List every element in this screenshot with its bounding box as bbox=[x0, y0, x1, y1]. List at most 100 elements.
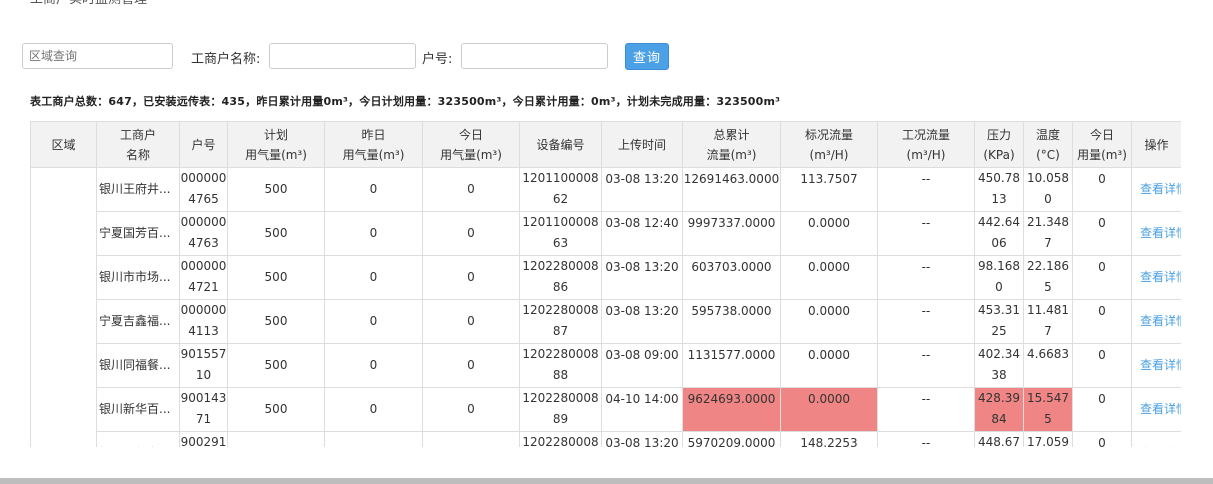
view-detail-link[interactable]: 查看详情 bbox=[1140, 402, 1181, 416]
col-header-account: 户号 bbox=[179, 121, 228, 168]
cell-today-use: 0 bbox=[1072, 431, 1132, 447]
cell-temp: 10.0580 bbox=[1023, 167, 1073, 212]
col-header-total-flow: 总累计 流量(m³) bbox=[682, 121, 781, 168]
cell-upload: 03-08 09:00 bbox=[601, 343, 683, 388]
cell-std-flow: 0.0000 bbox=[780, 211, 878, 256]
cell-device: 120110000863 bbox=[519, 211, 602, 256]
cell-pressure: 428.3984 bbox=[974, 387, 1024, 432]
col-header-action: 操作 bbox=[1131, 121, 1181, 168]
cell-action: 查看详情 bbox=[1131, 299, 1181, 344]
cell-name: 银川新华百... bbox=[96, 387, 180, 432]
table-header-row: 区域 工商户 名称 户号 计划 用气量(m³) 昨日 用气量(m³) 今日 用气量(m³) 设备编号… bbox=[30, 121, 1181, 168]
cell-device: 120228000886 bbox=[519, 255, 602, 300]
cell-pressure: 448.67 bbox=[974, 431, 1024, 447]
col-header-upload-time: 上传时间 bbox=[601, 121, 683, 168]
cell-action: 查看详情 bbox=[1131, 387, 1181, 432]
view-detail-link[interactable]: 查看详情 bbox=[1140, 446, 1181, 447]
merchant-name-input[interactable] bbox=[269, 43, 416, 69]
summary-stats: 表工商户总数：647，已安装远传表：435，昨日累计用量0m³，今日计划用量：3… bbox=[30, 95, 781, 108]
col-header-work-flow: 工况流量 (m³/H) bbox=[877, 121, 975, 168]
cell-today-use: 0 bbox=[1072, 167, 1132, 212]
cell-account: 0000004721 bbox=[179, 255, 228, 300]
view-detail-link[interactable]: 查看详情 bbox=[1140, 314, 1181, 328]
cell-yesterday: 0 bbox=[324, 211, 423, 256]
account-label: 户号: bbox=[422, 52, 453, 67]
cell-account: 0000004113 bbox=[179, 299, 228, 344]
cell-region bbox=[30, 387, 97, 432]
cell-work-flow: -- bbox=[877, 299, 975, 344]
cell-yesterday: 0 bbox=[324, 167, 423, 212]
view-detail-link[interactable]: 查看详情 bbox=[1140, 182, 1181, 196]
cell-name: 银川王府井... bbox=[96, 167, 180, 212]
cell-device: 120110000862 bbox=[519, 167, 602, 212]
col-header-yesterday-gas: 昨日 用气量(m³) bbox=[324, 121, 423, 168]
cell-work-flow: -- bbox=[877, 387, 975, 432]
col-header-device-no: 设备编号 bbox=[519, 121, 602, 168]
cell-work-flow: -- bbox=[877, 343, 975, 388]
view-detail-link[interactable]: 查看详情 bbox=[1140, 226, 1181, 240]
cell-account: 0000004765 bbox=[179, 167, 228, 212]
table-row: 宁夏国芳百... 0000004763 500 0 0 120110000863 03-08… bbox=[30, 211, 1181, 256]
col-header-temperature: 温度 (°C) bbox=[1023, 121, 1073, 168]
cell-region bbox=[30, 211, 97, 256]
cell-region bbox=[30, 167, 97, 212]
cell-plan: 500 bbox=[227, 299, 325, 344]
cell-account: 900291 bbox=[179, 431, 228, 447]
cell-std-flow: 0.0000 bbox=[780, 299, 878, 344]
cell-upload: 03-08 13:20 bbox=[601, 255, 683, 300]
table-row: 银川同福餐... 90155710 500 0 0 120228000888 03-08 0… bbox=[30, 343, 1181, 388]
cell-today: 0 bbox=[422, 343, 520, 388]
region-search-input[interactable] bbox=[22, 43, 173, 69]
cell-today-use: 0 bbox=[1072, 299, 1132, 344]
table-row: 银川王府井... 0000004765 500 0 0 120110000862 03-08… bbox=[30, 167, 1181, 212]
cell-std-flow: 113.7507 bbox=[780, 167, 878, 212]
cell-temp: 15.5475 bbox=[1023, 387, 1073, 432]
cell-plan: 500 bbox=[227, 167, 325, 212]
cell-total: 1131577.0000 bbox=[682, 343, 781, 388]
cell-account: 90155710 bbox=[179, 343, 228, 388]
cell-name: 宁夏国芳百... bbox=[96, 211, 180, 256]
cell-region bbox=[30, 343, 97, 388]
bottom-scrollbar-track[interactable] bbox=[0, 478, 1213, 484]
cell-today: 0 bbox=[422, 211, 520, 256]
cell-today-use: 0 bbox=[1072, 255, 1132, 300]
cell-account: 90014371 bbox=[179, 387, 228, 432]
cell-temp: 17.059 bbox=[1023, 431, 1073, 447]
cell-region bbox=[30, 431, 97, 447]
cell-total: 9997337.0000 bbox=[682, 211, 781, 256]
cell-today: 0 bbox=[422, 431, 520, 447]
cell-total: 12691463.0000 bbox=[682, 167, 781, 212]
cell-pressure: 402.3438 bbox=[974, 343, 1024, 388]
cell-plan: 500 bbox=[227, 211, 325, 256]
breadcrumb-text: 工商户实时监测管理 bbox=[30, 0, 147, 18]
col-header-today-use: 今日 用量(m³) bbox=[1072, 121, 1132, 168]
data-table-container[interactable]: 区域 工商户 名称 户号 计划 用气量(m³) 昨日 用气量(m³) 今日 用气量(m³) 设备编号… bbox=[30, 121, 1181, 447]
cell-std-flow: 0.0000 bbox=[780, 255, 878, 300]
cell-upload: 03-08 12:40 bbox=[601, 211, 683, 256]
cell-today: 0 bbox=[422, 387, 520, 432]
cell-std-flow: 0.0000 bbox=[780, 387, 878, 432]
cell-pressure: 442.6406 bbox=[974, 211, 1024, 256]
cell-total: 5970209.0000 bbox=[682, 431, 781, 447]
col-header-merchant-name: 工商户 名称 bbox=[96, 121, 180, 168]
cell-yesterday: 0 bbox=[324, 387, 423, 432]
cell-action: 查看详情 bbox=[1131, 211, 1181, 256]
cell-temp: 22.1865 bbox=[1023, 255, 1073, 300]
cell-std-flow: 148.2253 bbox=[780, 431, 878, 447]
cell-name: 银川居然之... bbox=[96, 431, 180, 447]
cell-yesterday: 0 bbox=[324, 255, 423, 300]
cell-upload: 03-08 13:20 bbox=[601, 299, 683, 344]
view-detail-link[interactable]: 查看详情 bbox=[1140, 358, 1181, 372]
cell-action: 查看详情 bbox=[1131, 167, 1181, 212]
account-input[interactable] bbox=[461, 43, 608, 69]
query-button[interactable]: 查询 bbox=[625, 43, 669, 70]
cell-work-flow: -- bbox=[877, 431, 975, 447]
col-header-today-gas: 今日 用气量(m³) bbox=[422, 121, 520, 168]
merchant-name-label: 工商户名称: bbox=[191, 52, 261, 67]
view-detail-link[interactable]: 查看详情 bbox=[1140, 270, 1181, 284]
table-row: 银川新华百... 90014371 500 0 0 120228000889 04-10 1… bbox=[30, 387, 1181, 432]
cell-today: 0 bbox=[422, 299, 520, 344]
table-row: 宁夏吉鑫福... 0000004113 500 0 0 120228000887 03-08… bbox=[30, 299, 1181, 344]
cell-total: 9624693.0000 bbox=[682, 387, 781, 432]
cell-total: 603703.0000 bbox=[682, 255, 781, 300]
